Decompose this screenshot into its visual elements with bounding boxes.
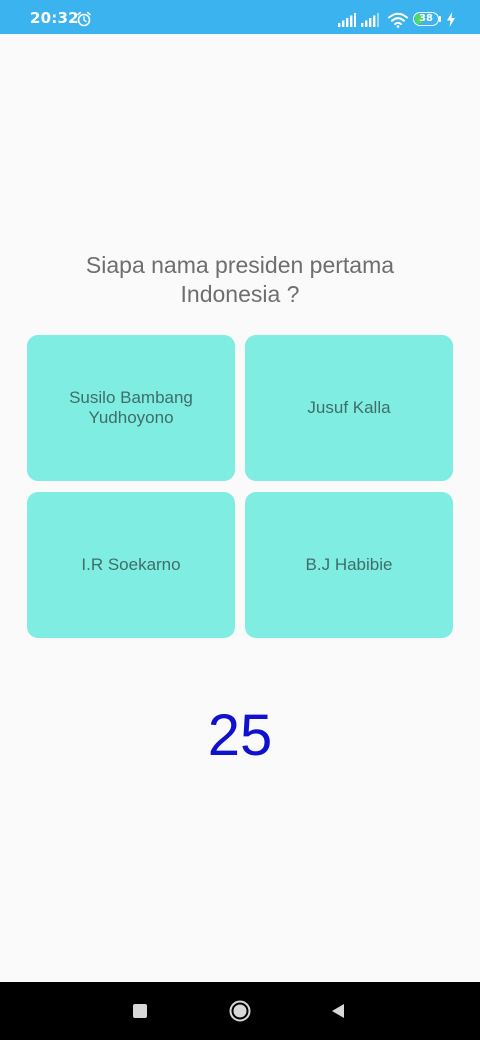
answer-option-label: I.R Soekarno (81, 555, 181, 574)
status-time: 20:32 (30, 9, 79, 27)
question-text: Siapa nama presiden pertama Indonesia ? (85, 252, 395, 307)
answer-option-label: Jusuf Kalla (307, 398, 391, 417)
signal-icon (361, 13, 379, 27)
charging-icon (447, 12, 455, 27)
back-button[interactable] (326, 999, 350, 1023)
answer-option-1[interactable]: Susilo Bambang Yudhoyono (27, 335, 235, 481)
status-bar: 20:32 38 (0, 0, 480, 34)
wifi-icon (388, 12, 408, 28)
battery-cap (439, 16, 441, 22)
battery-level: 38 (419, 13, 433, 24)
answer-option-4[interactable]: B.J Habibie (245, 492, 453, 638)
recent-apps-icon (133, 1004, 147, 1018)
answer-option-3[interactable]: I.R Soekarno (27, 492, 235, 638)
battery-icon: 38 (413, 12, 441, 26)
back-icon (332, 1004, 344, 1018)
countdown-timer: 25 (207, 703, 273, 768)
signal-icon (338, 13, 356, 27)
recent-apps-button[interactable] (128, 999, 152, 1023)
alarm-icon (77, 11, 91, 27)
answer-option-label: B.J Habibie (305, 555, 393, 574)
answer-option-label: Susilo Bambang Yudhoyono (69, 388, 193, 427)
answer-option-2[interactable]: Jusuf Kalla (245, 335, 453, 481)
home-button[interactable] (228, 999, 252, 1023)
home-icon (229, 1000, 251, 1022)
navigation-bar (0, 982, 480, 1040)
